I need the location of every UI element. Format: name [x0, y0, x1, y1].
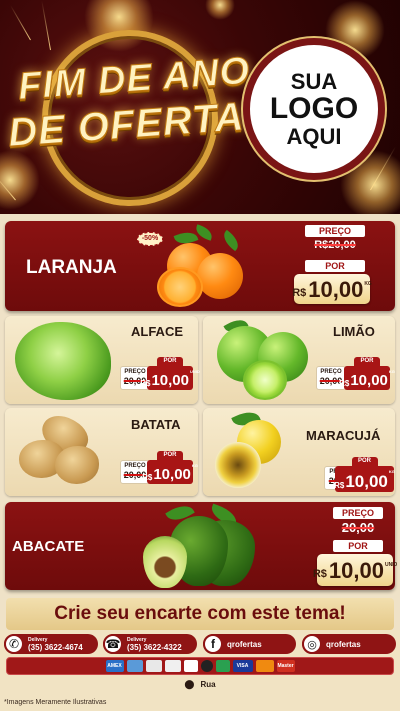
old-price-label: PREÇO [333, 507, 383, 519]
new-price-tag: POR R$ 10,00 KG [142, 451, 198, 484]
new-price-box: R$ 10,00 UNID [313, 554, 397, 586]
card-icon: Master [276, 660, 295, 672]
firework-ray [41, 0, 51, 51]
card-icon [200, 660, 213, 672]
location-pin-icon: ⬤ [184, 678, 195, 689]
price-value: 10,00 [328, 558, 384, 583]
address: ⬤ Rua [0, 677, 400, 691]
logo-text-2: LOGO [269, 92, 359, 126]
firework-ray [10, 5, 31, 41]
card-icon [164, 660, 181, 672]
contact-number: (35) 3622-4674 [28, 642, 83, 652]
contact-phone[interactable]: ☎ Delivery (35) 3622-4322 [103, 634, 197, 654]
potato-graphic [55, 446, 99, 484]
facebook-icon: f [203, 634, 223, 654]
product-card-maracuja[interactable]: MARACUJÁ PREÇO 20,00 POR R$ 10,00 KG [203, 407, 395, 496]
amex-card-icon: AMEX [105, 660, 124, 672]
price-unit: KG [364, 281, 372, 287]
product-name: MARACUJÁ [306, 428, 381, 443]
new-price-box: R$ 10,00 KG [292, 274, 372, 304]
payment-methods-bar: AMEX VISA Master [6, 657, 394, 675]
lettuce-graphic [15, 322, 111, 400]
new-price-tag: POR R$ 10,00 UNID [140, 357, 200, 390]
old-price: R$20,00 [314, 239, 356, 251]
product-name: LIMÃO [333, 324, 375, 339]
instagram-handle: qrofertas [326, 639, 361, 649]
product-card-abacate[interactable]: ABACATE PREÇO 20,00 POR R$ 10,00 UNID [5, 500, 397, 590]
card-icon [215, 660, 230, 672]
logo-placeholder: SUA LOGO AQUI [243, 38, 385, 180]
whatsapp-icon: ✆ [4, 634, 24, 654]
new-price-tag: POR R$ 10,00 KG [339, 357, 395, 390]
price-unit: UNID [384, 562, 398, 568]
contact-facebook[interactable]: f qrofertas [203, 634, 296, 654]
leaf-graphic [219, 229, 243, 252]
price-value: 10,00 [308, 277, 364, 302]
product-name: ABACATE [12, 538, 85, 555]
old-price-label: PREÇO [305, 225, 365, 237]
firework-spark [205, 0, 235, 20]
new-price-label: POR [333, 540, 383, 552]
product-card-batata[interactable]: BATATA PREÇO 20,00 POR R$ 10,00 KG [5, 408, 198, 496]
instagram-icon: ◎ [302, 634, 322, 654]
currency: R$ [312, 568, 327, 580]
card-icon [145, 660, 162, 672]
lime-slice-graphic [243, 360, 287, 400]
product-name: LARANJA [26, 257, 117, 278]
disclaimer: *Imagens Meramente Ilustrativas [4, 699, 107, 706]
product-name: BATATA [131, 417, 181, 432]
visa-card-icon: VISA [232, 660, 253, 672]
contact-number: (35) 3622-4322 [127, 642, 182, 652]
passionfruit-half-graphic [215, 442, 261, 488]
product-card-laranja[interactable]: LARANJA PREÇO R$20,00 POR R$ 10,00 KG [5, 221, 395, 311]
phone-icon: ☎ [103, 634, 123, 654]
logo-text-3: AQUI [286, 123, 342, 149]
product-card-alface[interactable]: ALFACE PREÇO 20,00 POR R$ 10,00 UNID [5, 316, 200, 404]
product-card-limao[interactable]: LIMÃO PREÇO 20,00 POR R$ 10,00 KG [203, 315, 395, 404]
firework-spark [0, 150, 40, 210]
header-banner: FIM DE ANO DE OFERTAS SUA LOGO AQUI [0, 0, 400, 214]
logo-text-1: SUA [290, 69, 338, 95]
card-icon [126, 660, 143, 672]
mastercard-icon [255, 660, 274, 672]
new-price-tag: POR R$ 10,00 KG [334, 457, 395, 492]
card-icon [183, 660, 198, 672]
currency: R$ [292, 287, 307, 299]
old-price: 20,00 [341, 520, 375, 535]
avocado-half-graphic [143, 536, 187, 588]
new-price-label: POR [305, 260, 365, 272]
facebook-handle: qrofertas [227, 639, 262, 649]
cta-banner[interactable]: Crie seu encarte com este tema! [6, 598, 394, 630]
contact-whatsapp[interactable]: ✆ Delivery (35) 3622-4674 [4, 634, 98, 654]
discount-badge: -50% [137, 232, 163, 246]
orange-graphic [197, 253, 243, 299]
contact-instagram[interactable]: ◎ qrofertas [302, 634, 396, 654]
product-name: ALFACE [131, 324, 183, 339]
address-text: Rua [200, 679, 216, 689]
orange-slice-graphic [157, 267, 203, 307]
